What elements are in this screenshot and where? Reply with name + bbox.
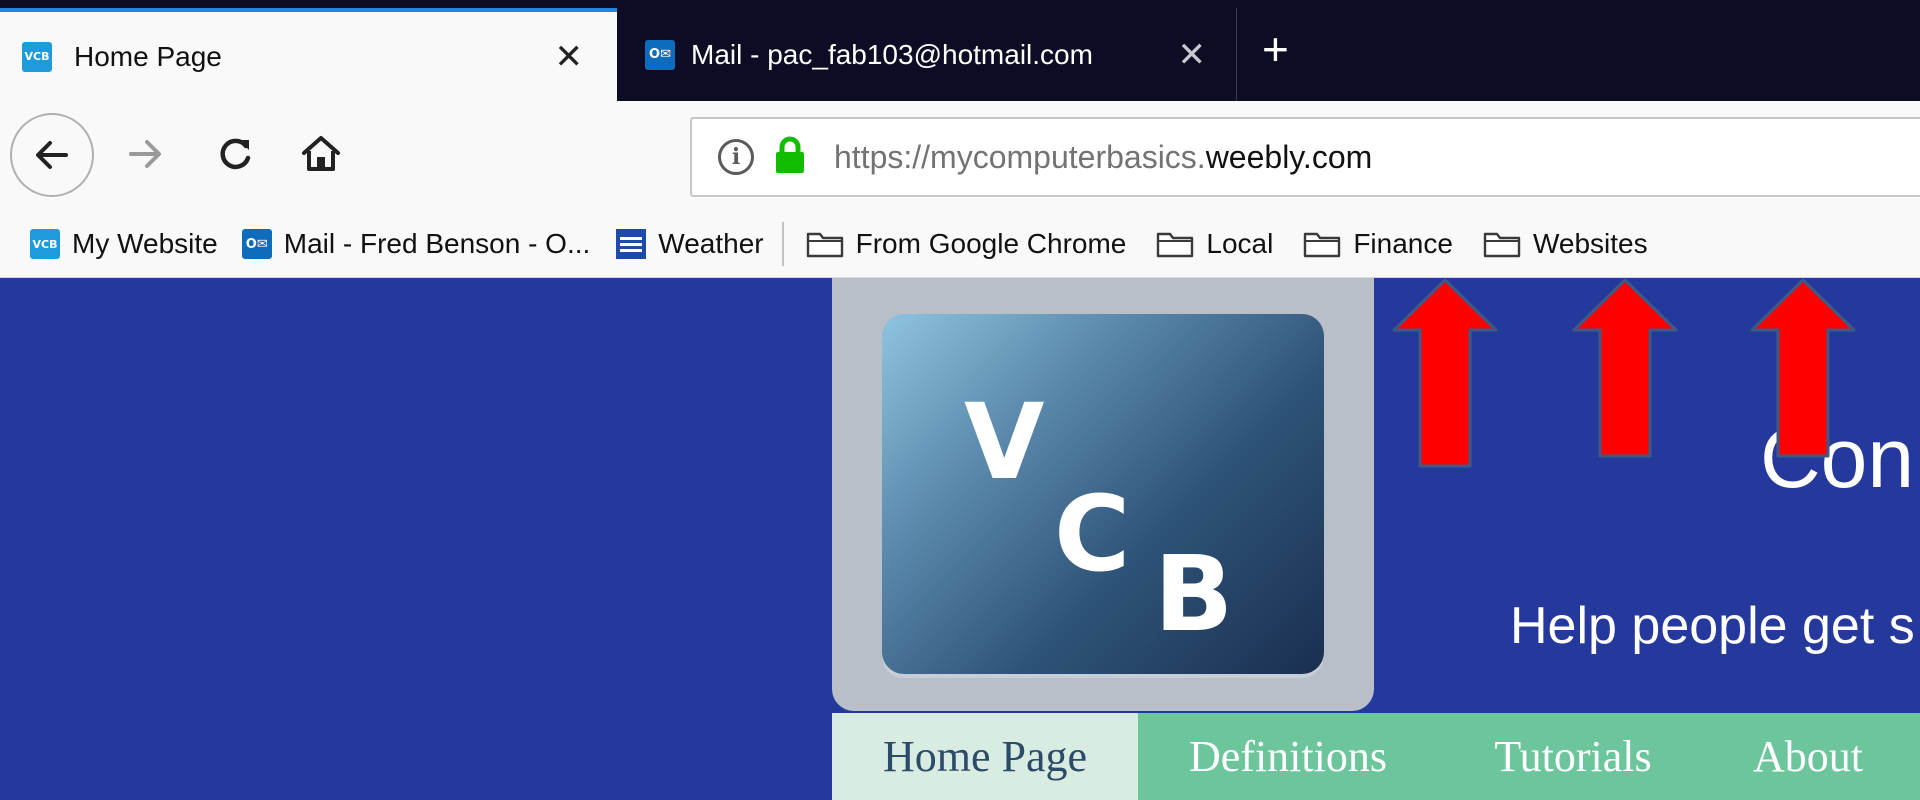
vcb-favicon-icon: VCB [30, 229, 60, 259]
site-nav-definitions[interactable]: Definitions [1138, 713, 1438, 800]
annotation-arrow-finance [1572, 278, 1678, 458]
bookmark-folder-local[interactable]: Local [1148, 219, 1281, 269]
bookmark-label: From Google Chrome [855, 228, 1127, 259]
logo-letter-b: B [1154, 533, 1234, 655]
site-nav-home-page[interactable]: Home Page [832, 713, 1138, 800]
home-button[interactable] [296, 129, 346, 179]
bookmark-mail[interactable]: O✉ Mail - Fred Benson - O... [234, 219, 599, 269]
bookmark-my-website[interactable]: VCB My Website [0, 219, 226, 269]
bookmark-label: Mail - Fred Benson - O... [283, 228, 591, 259]
outlook-mail-icon: O✉ [645, 39, 675, 70]
bookmarks-separator [781, 222, 784, 266]
logo-key: V C B [882, 314, 1324, 674]
site-nav-tutorials[interactable]: Tutorials [1438, 713, 1708, 800]
url-prefix: https://mycomputerbasics. [834, 138, 1206, 175]
site-nav-about[interactable]: About [1708, 713, 1908, 800]
address-bar[interactable]: i https://mycomputerbasics.weebly.com [690, 117, 1920, 197]
tab-mail[interactable]: O✉ Mail - pac_fab103@hotmail.com ✕ [617, 8, 1237, 101]
secure-lock-icon[interactable] [774, 136, 806, 179]
folder-icon [1483, 232, 1521, 258]
tab-title: Mail - pac_fab103@hotmail.com [691, 38, 1093, 70]
outlook-mail-icon: O✉ [241, 229, 272, 259]
tab-strip: VCB Home Page ✕ O✉ Mail - pac_fab103@hot… [0, 0, 1920, 101]
annotation-arrow-local [1392, 278, 1498, 468]
tab-title: Home Page [74, 40, 222, 72]
new-tab-button[interactable]: + [1262, 26, 1289, 72]
site-navigation: Home Page Definitions Tutorials About [832, 713, 1920, 800]
site-tagline: Help people get s [1510, 597, 1915, 655]
web-page-content: V C B Con Help people get s Home Page De… [0, 278, 1920, 800]
logo-letter-c: C [1054, 473, 1131, 595]
home-icon [302, 136, 340, 171]
weather-channel-icon [616, 229, 647, 259]
bookmark-label: Weather [658, 228, 764, 259]
reload-icon [220, 138, 251, 170]
bookmark-label: Finance [1353, 228, 1453, 259]
folder-icon [1304, 232, 1341, 258]
bookmark-label: Websites [1532, 228, 1648, 259]
bookmark-folder-websites[interactable]: Websites [1475, 219, 1656, 269]
folder-icon [1157, 232, 1194, 258]
bookmark-folder-from-google-chrome[interactable]: From Google Chrome [798, 219, 1135, 269]
back-arrow-icon [36, 141, 68, 169]
annotation-arrow-websites [1750, 278, 1856, 458]
bookmark-label: My Website [72, 228, 218, 259]
close-tab-icon[interactable]: ✕ [555, 40, 584, 74]
site-logo[interactable]: V C B [832, 278, 1374, 711]
logo-letter-v: V [964, 381, 1045, 503]
url-text[interactable]: https://mycomputerbasics.weebly.com [834, 139, 1372, 176]
forward-arrow-icon [129, 140, 161, 168]
close-tab-icon[interactable]: ✕ [1178, 38, 1207, 72]
bookmark-folder-finance[interactable]: Finance [1295, 219, 1461, 269]
site-info-icon[interactable]: i [718, 139, 754, 175]
navigation-toolbar: i https://mycomputerbasics.weebly.com [0, 101, 1920, 211]
bookmark-weather[interactable]: Weather [608, 219, 771, 269]
vcb-favicon-icon: VCB [22, 41, 52, 72]
bookmarks-toolbar: VCB My Website O✉ Mail - Fred Benson - O… [0, 211, 1920, 278]
back-button[interactable] [10, 113, 94, 197]
forward-button[interactable] [120, 129, 170, 179]
folder-icon [806, 232, 843, 258]
tab-home-page[interactable]: VCB Home Page ✕ [0, 8, 617, 101]
reload-button[interactable] [210, 129, 260, 179]
bookmark-label: Local [1206, 228, 1274, 259]
url-domain: weebly.com [1205, 138, 1373, 175]
